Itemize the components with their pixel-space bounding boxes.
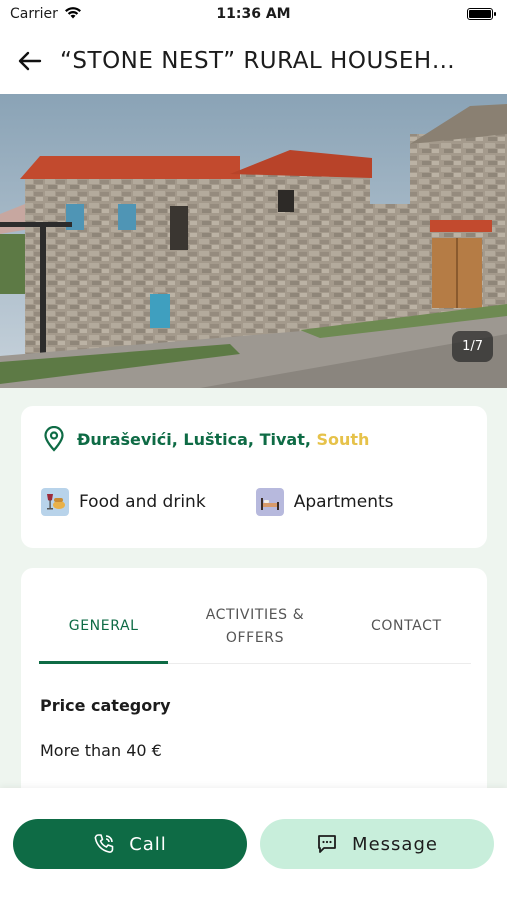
location-place: Đuraševići, Luštica, Tivat, bbox=[77, 429, 311, 449]
call-button[interactable]: Call bbox=[13, 819, 247, 869]
message-label: Message bbox=[352, 833, 438, 855]
tab-activities-offers[interactable]: ACTIVITIES & OFFERS bbox=[168, 590, 341, 663]
nav-bar: “STONE NEST” RURAL HOUSEH… bbox=[0, 28, 507, 94]
bed-icon bbox=[255, 488, 284, 516]
tab-bar: GENERAL ACTIVITIES & OFFERS CONTACT bbox=[39, 590, 471, 664]
tab-general[interactable]: GENERAL bbox=[39, 590, 169, 664]
tag-food-drink: Food and drink bbox=[41, 488, 206, 516]
location-row[interactable]: Đuraševići, Luštica, Tivat, South bbox=[43, 426, 369, 452]
arrow-left-icon bbox=[18, 51, 42, 71]
price-category-label: Price category bbox=[40, 696, 171, 715]
location-card: Đuraševići, Luštica, Tivat, South Food a… bbox=[21, 406, 487, 548]
wifi-icon bbox=[64, 6, 82, 23]
status-bar: Carrier 11:36 AM bbox=[0, 0, 507, 28]
back-button[interactable] bbox=[0, 28, 60, 94]
food-drink-icon bbox=[41, 488, 69, 516]
battery-icon bbox=[467, 8, 496, 20]
carrier-label: Carrier bbox=[10, 6, 58, 22]
tag-apartments: Apartments bbox=[255, 488, 394, 516]
message-button[interactable]: Message bbox=[260, 819, 494, 869]
message-icon bbox=[318, 835, 336, 853]
page-title: “STONE NEST” RURAL HOUSEH… bbox=[60, 48, 456, 74]
tag-food-drink-label: Food and drink bbox=[79, 492, 206, 512]
tab-contact[interactable]: CONTACT bbox=[342, 590, 471, 663]
status-left: Carrier bbox=[10, 6, 82, 23]
photo-gallery[interactable]: 1/7 bbox=[0, 94, 507, 388]
location-region: South bbox=[316, 429, 370, 449]
tag-apartments-label: Apartments bbox=[293, 492, 394, 512]
gallery-photo bbox=[0, 94, 507, 388]
image-counter: 1/7 bbox=[452, 331, 493, 362]
tag-list: Food and drink Apartments bbox=[41, 488, 394, 516]
price-category-value: More than 40 € bbox=[40, 741, 162, 760]
battery-fill bbox=[469, 10, 491, 18]
location-text: Đuraševići, Luštica, Tivat, South bbox=[77, 430, 369, 449]
map-pin-icon bbox=[44, 426, 64, 452]
phone-icon bbox=[94, 834, 114, 853]
action-bar: Call Message bbox=[0, 788, 507, 900]
call-label: Call bbox=[129, 833, 167, 855]
